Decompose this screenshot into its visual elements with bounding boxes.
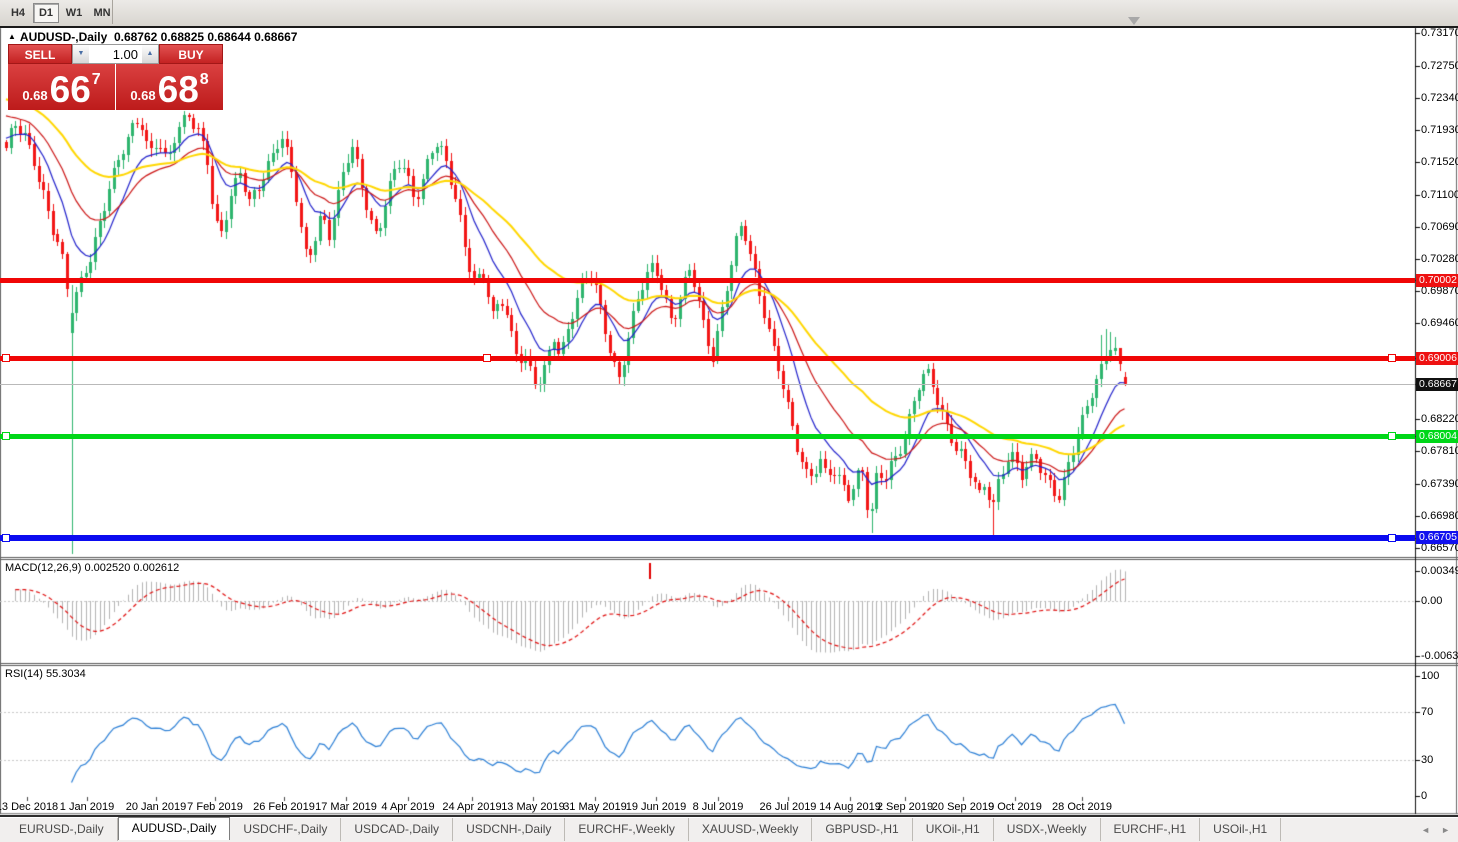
rsi-axis-tick: 70 [1421, 706, 1433, 718]
volume-decrease-icon[interactable]: ▼ [73, 45, 89, 63]
price-badge-0.69006: 0.69006 [1416, 352, 1458, 365]
price-axis-tick: 0.70690 [1421, 221, 1458, 233]
chart-tab-gbpusd-h1[interactable]: GBPUSD-,H1 [812, 818, 912, 841]
buy-price-pip: 8 [200, 71, 209, 89]
current-price-line [0, 384, 1415, 385]
chart-tab-xauusd-weekly[interactable]: XAUUSD-,Weekly [689, 818, 812, 841]
sell-price-display[interactable]: 0.68 66 7 [8, 64, 115, 110]
chart-shift-marker-icon[interactable] [1128, 17, 1140, 25]
sell-price-pip: 7 [92, 71, 101, 89]
date-axis-label: 28 Oct 2019 [1040, 801, 1124, 813]
price-badge-0.68004: 0.68004 [1416, 430, 1458, 443]
price-badge-0.68667: 0.68667 [1416, 378, 1458, 391]
macd-axis-tick: 0.00349 [1421, 565, 1458, 577]
macd-axis-tick: -0.00637 [1421, 650, 1458, 662]
line-handle[interactable] [1388, 432, 1396, 440]
one-click-trading-panel: SELL ▼ ▲ BUY 0.68 66 7 0.68 68 8 [8, 44, 223, 110]
line-handle[interactable] [2, 534, 10, 542]
price-axis-tick: 0.71520 [1421, 156, 1458, 168]
timeframe-button-d1[interactable]: D1 [33, 3, 59, 23]
chart-ohlc-values: 0.68762 0.68825 0.68644 0.68667 [114, 30, 298, 44]
line-handle[interactable] [2, 432, 10, 440]
tab-scroll-left-icon[interactable]: ◄ [1421, 825, 1430, 835]
sell-price-prefix: 0.68 [22, 88, 47, 103]
timeframe-button-h4[interactable]: H4 [5, 3, 31, 23]
terminal-window: H4D1W1MN ▲ AUDUSD-,Daily 0.68762 0.68825 … [0, 0, 1458, 842]
chart-tab-usdx-weekly[interactable]: USDX-,Weekly [994, 818, 1101, 841]
timeframe-button-w1[interactable]: W1 [61, 3, 87, 23]
line-handle[interactable] [2, 354, 10, 362]
buy-price-prefix: 0.68 [130, 88, 155, 103]
chart-tab-audusd-daily[interactable]: AUDUSD-,Daily [118, 817, 231, 840]
window-top-border [0, 26, 1458, 28]
hline-level-0.69006[interactable] [0, 356, 1415, 361]
price-axis-tick: 0.71100 [1421, 189, 1458, 201]
price-axis-tick: 0.69460 [1421, 317, 1458, 329]
timeframe-toolbar: H4D1W1MN [0, 0, 1458, 27]
chart-tab-eurchf-h1[interactable]: EURCHF-,H1 [1101, 818, 1201, 841]
price-axis-tick: 0.73170 [1421, 27, 1458, 39]
volume-input[interactable] [89, 45, 142, 63]
volume-increase-icon[interactable]: ▲ [142, 45, 158, 63]
chart-canvas[interactable] [0, 0, 1458, 842]
chart-tab-ukoil-h1[interactable]: UKOil-,H1 [913, 818, 994, 841]
chart-tab-eurchf-weekly[interactable]: EURCHF-,Weekly [565, 818, 688, 841]
sell-price-big: 66 [50, 73, 91, 107]
chart-title: ▲ AUDUSD-,Daily 0.68762 0.68825 0.68644 0… [8, 30, 297, 44]
rsi-axis-tick: 30 [1421, 754, 1433, 766]
hline-level-0.68004[interactable] [0, 434, 1415, 439]
line-handle[interactable] [1388, 534, 1396, 542]
hline-level-0.66705[interactable] [0, 535, 1415, 541]
chart-tab-usdchf-daily[interactable]: USDCHF-,Daily [230, 818, 341, 841]
rsi-axis-tick: 100 [1421, 670, 1439, 682]
hline-level-0.70002[interactable] [0, 278, 1415, 283]
price-axis-tick: 0.70280 [1421, 253, 1458, 265]
chart-tab-usoil-h1[interactable]: USOil-,H1 [1200, 818, 1281, 841]
price-axis-tick: 0.71930 [1421, 124, 1458, 136]
chart-tab-eurusd-daily[interactable]: EURUSD-,Daily [6, 818, 118, 841]
buy-button[interactable]: BUY [159, 44, 223, 64]
chart-tab-bar: EURUSD-,DailyAUDUSD-,DailyUSDCHF-,DailyU… [0, 817, 1458, 842]
buy-price-big: 68 [158, 73, 199, 107]
line-handle[interactable] [1388, 354, 1396, 362]
buy-price-display[interactable]: 0.68 68 8 [116, 64, 223, 110]
chart-tab-usdcnh-daily[interactable]: USDCNH-,Daily [453, 818, 565, 841]
line-handle[interactable] [483, 354, 491, 362]
price-axis-tick: 0.72340 [1421, 92, 1458, 104]
price-axis-tick: 0.66980 [1421, 510, 1458, 522]
tab-scroll-right-icon[interactable]: ► [1441, 825, 1450, 835]
price-axis-tick: 0.68220 [1421, 413, 1458, 425]
rsi-indicator-label: RSI(14) 55.3034 [5, 668, 86, 680]
price-badge-0.70002: 0.70002 [1416, 274, 1458, 287]
rsi-axis-tick: 0 [1421, 790, 1427, 802]
collapse-panel-icon[interactable]: ▲ [8, 32, 16, 41]
toolbar-separator [112, 0, 113, 24]
volume-spinner: ▼ ▲ [72, 44, 159, 64]
chart-tab-usdcad-daily[interactable]: USDCAD-,Daily [341, 818, 453, 841]
price-badge-0.66705: 0.66705 [1416, 531, 1458, 544]
price-axis-tick: 0.72750 [1421, 60, 1458, 72]
price-axis-tick: 0.67390 [1421, 478, 1458, 490]
macd-axis-tick: 0.00 [1421, 595, 1442, 607]
chart-symbol-label: AUDUSD-,Daily [20, 30, 107, 44]
price-axis-tick: 0.67810 [1421, 445, 1458, 457]
sell-button[interactable]: SELL [8, 44, 72, 64]
macd-indicator-label: MACD(12,26,9) 0.002520 0.002612 [5, 562, 179, 574]
